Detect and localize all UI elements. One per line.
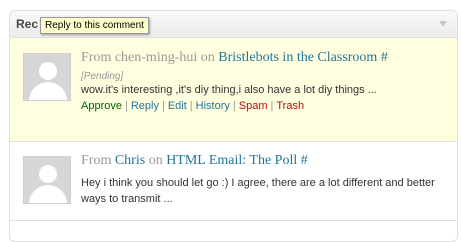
avatar-silhouette-icon — [39, 165, 57, 183]
separator: | — [161, 100, 165, 112]
comment-excerpt: wow.it's interesting ,it's diy thing,i a… — [81, 84, 377, 96]
reply-tooltip: Reply to this comment — [40, 17, 149, 34]
from-label: From — [81, 50, 112, 65]
collapse-arrow-icon[interactable] — [439, 21, 447, 27]
comment-excerpt: Hey i think you should let go :) I agree… — [81, 177, 435, 205]
separator: | — [232, 100, 236, 112]
widget-title: Rec — [16, 17, 39, 31]
comment-meta: From Chris on HTML Email: The Poll # — [81, 153, 308, 169]
comment-item-pending: From chen-ming-hui on Bristlebots in the… — [10, 38, 457, 142]
separator: | — [124, 100, 128, 112]
trash-link[interactable]: Trash — [276, 100, 304, 112]
comment-actions: Approve | Reply | Edit | History | Spam | Trash — [81, 100, 304, 112]
spam-link[interactable]: Spam — [239, 100, 268, 112]
separator: | — [270, 100, 274, 112]
avatar-silhouette-icon — [39, 62, 57, 80]
from-label: From — [81, 153, 112, 168]
post-link[interactable]: HTML Email: The Poll # — [166, 153, 308, 168]
reply-link[interactable]: Reply — [131, 100, 159, 112]
on-label: on — [200, 50, 215, 65]
comment-author: chen-ming-hui — [114, 50, 198, 65]
separator: | — [189, 100, 193, 112]
pending-status: [Pending] — [81, 71, 124, 82]
comment-author-link[interactable]: Chris — [115, 153, 145, 168]
approve-link[interactable]: Approve — [81, 100, 122, 112]
edit-link[interactable]: Edit — [168, 100, 187, 112]
comment-meta: From chen-ming-hui on Bristlebots in the… — [81, 50, 388, 66]
comment-item: From Chris on HTML Email: The Poll # Hey… — [10, 142, 457, 221]
avatar — [23, 53, 71, 101]
recent-comments-widget: Rec From chen-ming-hui on Bristlebots in… — [9, 10, 458, 242]
post-link[interactable]: Bristlebots in the Classroom # — [218, 50, 388, 65]
history-link[interactable]: History — [196, 100, 230, 112]
avatar — [23, 156, 71, 204]
on-label: on — [148, 153, 163, 168]
